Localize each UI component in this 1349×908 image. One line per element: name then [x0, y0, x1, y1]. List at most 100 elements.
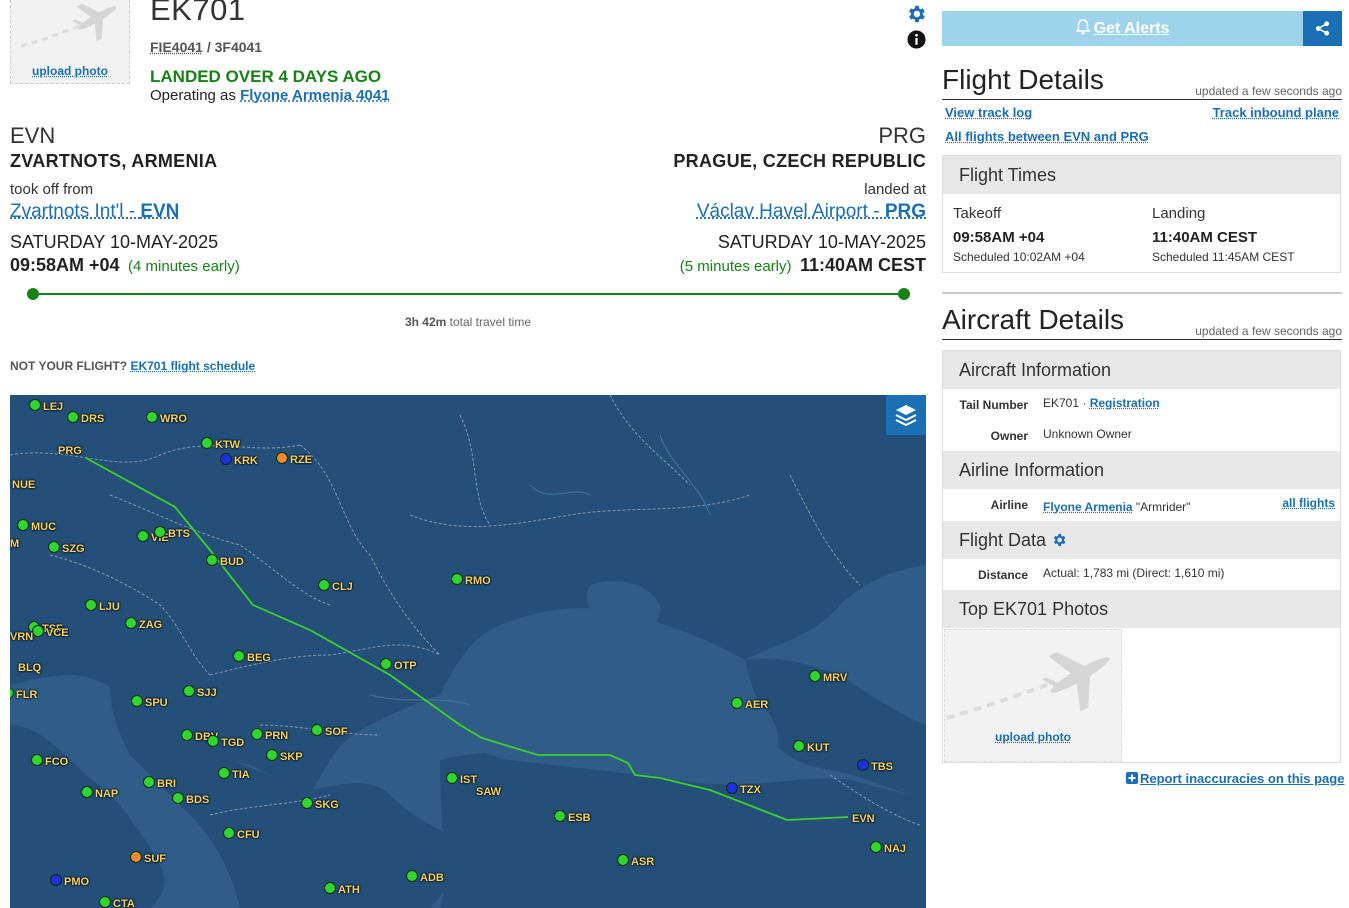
operator-link[interactable]: Flyone Armenia 4041	[240, 87, 390, 104]
airport-dot	[223, 827, 235, 839]
aircraft-details-divider	[942, 339, 1342, 340]
registration-link[interactable]: Registration	[1090, 396, 1160, 410]
origin-time-row: 09:58AM +04 (4 minutes early)	[10, 255, 240, 276]
airline-value: Flyone Armenia "Armrider"	[1043, 500, 1190, 514]
airport-label: KUT	[807, 742, 830, 754]
icao-ident[interactable]: FIE4041	[150, 39, 203, 55]
flight-schedule-link[interactable]: EK701 flight schedule	[130, 359, 255, 373]
flight-data-heading: Flight Data	[943, 521, 1340, 559]
airport-dot	[154, 526, 166, 538]
share-button[interactable]	[1303, 11, 1342, 46]
airport-label: TBS	[871, 761, 893, 773]
airport-dot	[81, 786, 93, 798]
airport-dot	[206, 554, 218, 566]
airport-label: BTS	[168, 528, 190, 540]
airport-dot	[251, 728, 263, 740]
total-travel-time: 3h 42m total travel time	[0, 315, 936, 329]
airport-label: SUF	[144, 853, 166, 865]
info-icon[interactable]	[907, 30, 926, 49]
airport-dot	[451, 573, 463, 585]
airport-label: KTW	[215, 439, 241, 451]
airport-dot	[131, 695, 143, 707]
destination-airport-name[interactable]: Václav Havel Airport -	[697, 201, 885, 222]
flight-number: EK701	[150, 0, 246, 27]
airport-label: BLQ	[18, 662, 42, 674]
airport-label: BDS	[186, 794, 210, 806]
took-off-label: took off from	[10, 181, 94, 198]
origin-airport-link[interactable]: Zvartnots Int'l - EVN	[10, 201, 179, 223]
report-inaccuracies-link[interactable]: Report inaccuracies on this page	[1126, 771, 1344, 786]
map-canvas	[10, 395, 926, 908]
airport-dot	[183, 685, 195, 697]
layers-icon	[895, 405, 917, 427]
airport-label: NAP	[95, 788, 119, 800]
get-alerts-button[interactable]: Get Alerts	[942, 11, 1303, 46]
report-label: Report inaccuracies on this page	[1140, 771, 1345, 786]
destination-airport-code[interactable]: PRG	[885, 201, 926, 222]
airport-label: PRN	[265, 730, 289, 742]
airport-dot	[207, 735, 219, 747]
airport-dot	[617, 854, 629, 866]
map-layers-button[interactable]	[886, 395, 926, 435]
upload-photo-link[interactable]: upload photo	[11, 64, 129, 78]
airport-label: CLJ	[332, 581, 353, 593]
aircraft-info-heading: Aircraft Information	[943, 351, 1340, 389]
destination-airport-link[interactable]: Václav Havel Airport - PRG	[697, 201, 926, 223]
airport-label: BEG	[247, 652, 271, 664]
all-flights-link[interactable]: all flights	[1282, 496, 1335, 510]
airport-label: VCE	[46, 627, 69, 639]
flight-map[interactable]: LEJ DRS WRO KTW KRK RZE PRG NUE MUC M SZ…	[10, 395, 926, 908]
airline-info-heading: Airline Information	[943, 451, 1340, 489]
aircraft-photo-placeholder[interactable]: upload photo	[10, 0, 130, 84]
flight-details-title: Flight Details	[942, 64, 1104, 95]
origin-airport-code[interactable]: EVN	[140, 201, 179, 222]
distance-label: Distance	[977, 568, 1028, 582]
airport-label: ESB	[568, 812, 591, 824]
airport-dot	[318, 579, 330, 591]
gear-icon[interactable]	[1051, 532, 1067, 548]
airport-dot	[218, 767, 230, 779]
airplane-icon	[20, 3, 117, 48]
gear-icon[interactable]	[905, 3, 927, 25]
view-track-log-link[interactable]: View track log	[945, 105, 1032, 120]
airport-label: OTP	[394, 660, 417, 672]
photo-upload-placeholder[interactable]: upload photo	[944, 629, 1122, 762]
airport-label: SJJ	[197, 687, 217, 699]
owner-value: Unknown Owner	[1043, 427, 1132, 441]
airport-dot	[731, 697, 743, 709]
airport-label: FCO	[45, 756, 69, 768]
airline-callsign: "Armrider"	[1132, 500, 1191, 514]
landing-scheduled: Scheduled 11:45AM CEST	[1152, 250, 1295, 264]
airport-label: TZX	[740, 784, 761, 796]
airport-label: NAJ	[884, 843, 907, 855]
origin-airport-name[interactable]: Zvartnots Int'l -	[10, 201, 140, 222]
aircraft-details-panel: Aircraft Information Tail Number EK701 ·…	[942, 350, 1341, 763]
airport-dot	[137, 530, 149, 542]
track-inbound-link[interactable]: Track inbound plane	[1213, 105, 1339, 120]
airport-label: BRI	[157, 778, 176, 790]
destination-progress-dot	[898, 288, 910, 300]
airport-dot	[266, 749, 278, 761]
travel-time-suffix: total travel time	[449, 315, 532, 329]
airport-label: PRG	[58, 445, 82, 457]
all-flights-between-link[interactable]: All flights between EVN and PRG	[945, 129, 1149, 144]
plus-square-icon	[1126, 772, 1138, 784]
flight-status: LANDED OVER 4 DAYS AGO	[150, 67, 382, 86]
airport-label: BUD	[220, 556, 244, 568]
airport-label: WRO	[160, 413, 187, 425]
airport-dot	[172, 792, 184, 804]
destination-code: PRG	[878, 123, 926, 148]
airport-label: RZE	[290, 454, 312, 466]
airport-dot	[233, 650, 245, 662]
airport-label: ADB	[420, 872, 444, 884]
airport-dot	[301, 797, 313, 809]
flight-times-heading: Flight Times	[943, 156, 1340, 194]
airport-label: FLR	[16, 689, 38, 701]
airport-dot	[857, 759, 869, 771]
airport-label: PMO	[64, 876, 90, 888]
airport-dot	[276, 452, 288, 464]
airline-link[interactable]: Flyone Armenia	[1043, 500, 1133, 514]
airport-dot	[554, 810, 566, 822]
distance-value: Actual: 1,783 mi (Direct: 1,610 mi)	[1043, 566, 1225, 580]
upload-photo-link-2[interactable]: upload photo	[945, 730, 1121, 744]
